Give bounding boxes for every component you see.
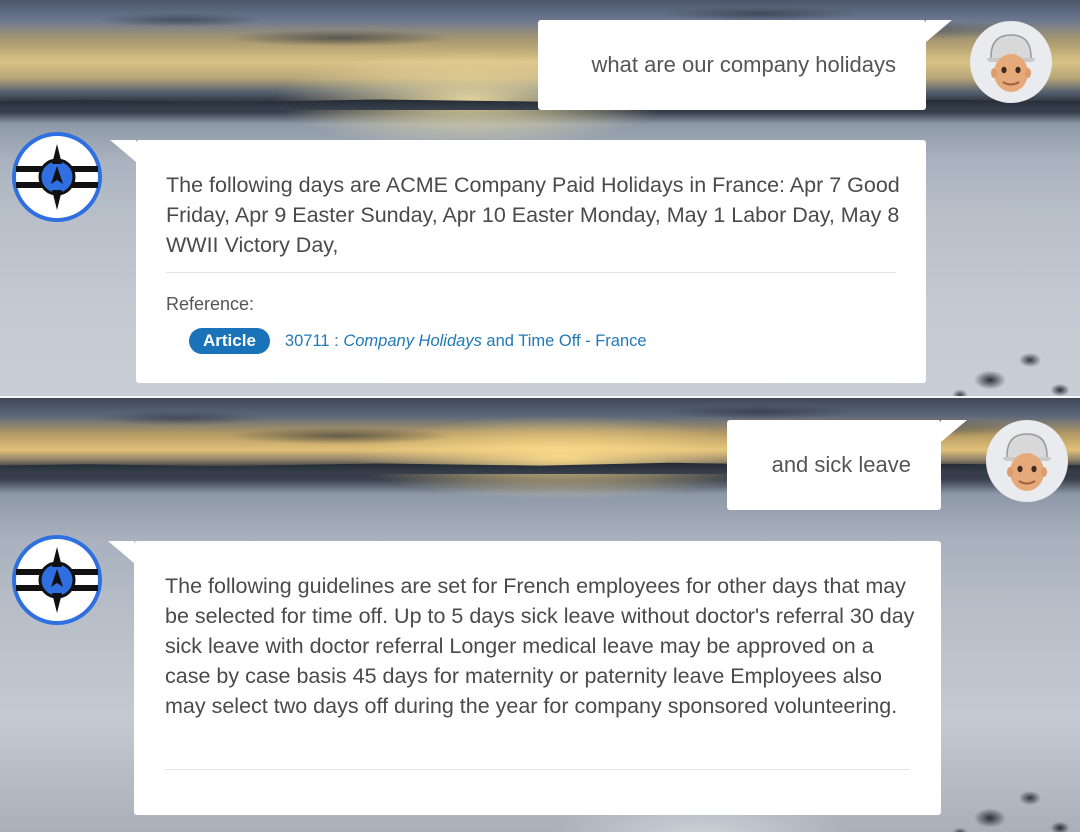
- chat-panel-2: and sick leave The following guidelines …: [0, 398, 1080, 832]
- user-avatar-icon: [1003, 433, 1051, 491]
- bot-message-text: The following guidelines are set for Fre…: [165, 574, 915, 718]
- divider: [166, 272, 896, 273]
- bot-message-text: The following days are ACME Company Paid…: [166, 173, 900, 257]
- user-avatar-icon: [987, 34, 1035, 92]
- user-avatar: [986, 420, 1068, 502]
- article-link[interactable]: 30711 : Company Holidays and Time Off - …: [285, 332, 647, 351]
- user-message-bubble: and sick leave: [727, 420, 967, 510]
- reference-label: Reference:: [166, 294, 255, 314]
- user-message-text: and sick leave: [771, 452, 911, 477]
- bot-message-bubble: The following days are ACME Company Paid…: [110, 140, 926, 383]
- user-avatar: [970, 21, 1052, 103]
- bot-avatar: [12, 535, 102, 625]
- rocks: [900, 280, 1080, 396]
- reference-row: Article 30711 : Company Holidays and Tim…: [189, 328, 647, 354]
- divider: [165, 769, 910, 770]
- bot-logo-icon: [16, 144, 98, 210]
- article-badge: Article: [189, 328, 270, 354]
- chat-panel-1: what are our company holidays The follow…: [0, 0, 1080, 396]
- bot-avatar: [12, 132, 102, 222]
- user-message-text: what are our company holidays: [591, 52, 897, 77]
- bot-message-bubble: The following guidelines are set for Fre…: [108, 541, 941, 815]
- user-message-bubble: what are our company holidays: [538, 20, 952, 110]
- bot-logo-icon: [16, 547, 98, 613]
